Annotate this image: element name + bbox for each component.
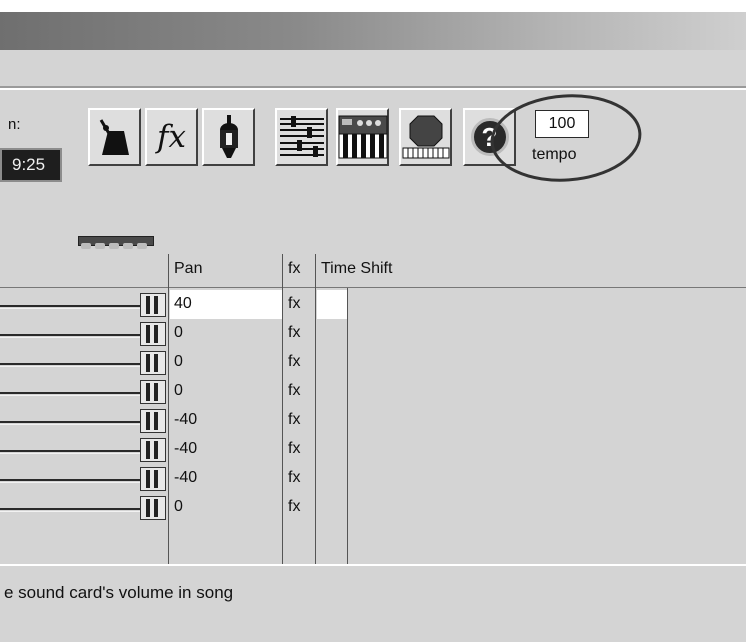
time-label: n: xyxy=(8,116,21,133)
stop-button[interactable] xyxy=(399,108,452,166)
fx-cell[interactable]: fx xyxy=(284,377,314,406)
annotation-circle xyxy=(490,94,642,182)
volume-fader[interactable] xyxy=(0,319,168,348)
volume-fader[interactable] xyxy=(0,377,168,406)
status-bar xyxy=(0,564,746,642)
stop-keyboard-icon xyxy=(401,114,451,160)
pan-cell[interactable]: -40 xyxy=(170,464,282,493)
column-header-fx: fx xyxy=(284,254,314,288)
fader-knob[interactable] xyxy=(140,351,166,375)
volume-fader[interactable] xyxy=(0,406,168,435)
title-bar xyxy=(0,12,746,50)
pan-cell[interactable]: -40 xyxy=(170,406,282,435)
fader-knob[interactable] xyxy=(140,467,166,491)
fx-cell[interactable]: fx xyxy=(284,319,314,348)
column-header-time-shift: Time Shift xyxy=(317,254,517,288)
time-shift-cell[interactable] xyxy=(317,290,347,319)
fx-cell[interactable]: fx xyxy=(284,464,314,493)
pan-cell[interactable]: 0 xyxy=(170,493,282,522)
volume-fader[interactable] xyxy=(0,493,168,522)
fader-knob[interactable] xyxy=(140,380,166,404)
time-display: 9:25 xyxy=(0,148,62,182)
fx-cell[interactable]: fx xyxy=(284,493,314,522)
fader-knob[interactable] xyxy=(140,293,166,317)
pan-cell[interactable]: 40 xyxy=(170,290,282,319)
volume-fader[interactable] xyxy=(0,290,168,319)
divider xyxy=(347,288,348,564)
keyboard-button[interactable] xyxy=(336,108,389,166)
app-window: n: 9:25 fx ? 100 tempo Pan fx Time Shift… xyxy=(0,0,746,642)
pan-cell[interactable]: -40 xyxy=(170,435,282,464)
mixer-icon xyxy=(279,114,325,160)
fx-cell[interactable]: fx xyxy=(284,290,314,319)
fader-knob[interactable] xyxy=(140,409,166,433)
microphone-icon xyxy=(213,114,245,160)
menu-bar xyxy=(0,50,746,88)
microphone-button[interactable] xyxy=(202,108,255,166)
fader-knob[interactable] xyxy=(140,438,166,462)
fader-knob[interactable] xyxy=(140,322,166,346)
keyboard-icon xyxy=(338,114,388,160)
volume-fader[interactable] xyxy=(0,464,168,493)
metronome-icon xyxy=(98,117,132,157)
pan-cell[interactable]: 0 xyxy=(170,348,282,377)
pan-cell[interactable]: 0 xyxy=(170,377,282,406)
pan-cell[interactable]: 0 xyxy=(170,319,282,348)
fx-cell[interactable]: fx xyxy=(284,435,314,464)
fx-cell[interactable]: fx xyxy=(284,406,314,435)
status-text: e sound card's volume in song xyxy=(4,583,234,602)
grip-handle[interactable] xyxy=(78,236,154,249)
effects-button[interactable]: fx xyxy=(145,108,198,166)
divider xyxy=(315,254,316,564)
divider xyxy=(168,254,169,564)
metronome-button[interactable] xyxy=(88,108,141,166)
fader-knob[interactable] xyxy=(140,496,166,520)
fx-icon: fx xyxy=(157,119,186,155)
fx-cell[interactable]: fx xyxy=(284,348,314,377)
volume-fader[interactable] xyxy=(0,348,168,377)
column-header-pan: Pan xyxy=(170,254,282,288)
mixer-button[interactable] xyxy=(275,108,328,166)
divider xyxy=(282,254,283,564)
volume-fader[interactable] xyxy=(0,435,168,464)
